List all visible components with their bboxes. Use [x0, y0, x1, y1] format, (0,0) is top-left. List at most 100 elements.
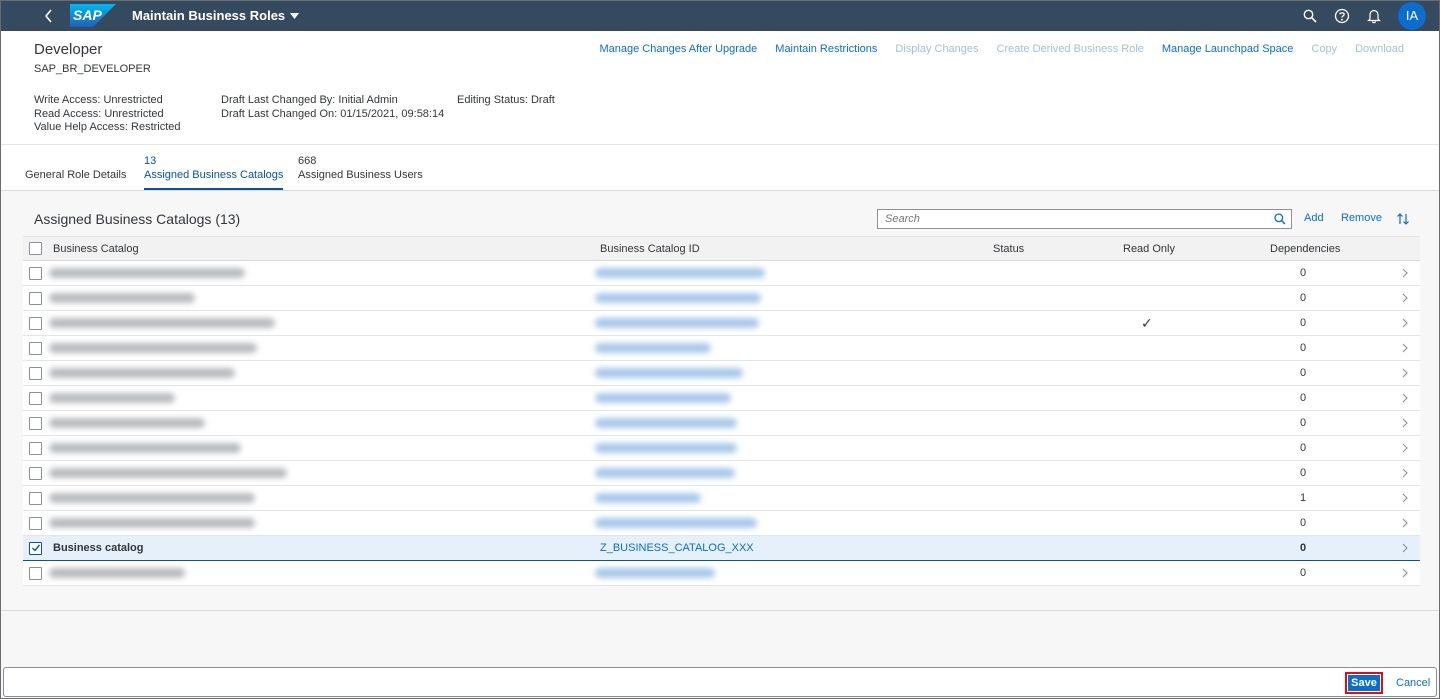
footer-toolbar: [3, 667, 1437, 697]
table-row[interactable]: 0: [23, 261, 1420, 286]
row-checkbox[interactable]: [29, 516, 42, 530]
row-checkbox[interactable]: [29, 416, 42, 430]
column-header-status[interactable]: Status: [993, 237, 1024, 260]
chevron-left-icon: [44, 8, 52, 23]
manage-changes-button[interactable]: Manage Changes After Upgrade: [600, 43, 758, 55]
table-row[interactable]: ✓ 0: [23, 311, 1420, 336]
sort-icon[interactable]: [1394, 210, 1412, 228]
row-navigation-chevron-icon[interactable]: [1402, 511, 1408, 535]
draft-changed-by-text: Draft Last Changed By: Initial Admin: [221, 94, 398, 106]
row-checkbox[interactable]: [29, 441, 42, 455]
row-navigation-chevron-icon[interactable]: [1402, 261, 1408, 285]
row-navigation-chevron-icon[interactable]: [1402, 561, 1408, 585]
table-row[interactable]: Business catalog Z_BUSINESS_CATALOG_XXX 0: [23, 536, 1420, 561]
table-row[interactable]: 0: [23, 561, 1420, 586]
table-row[interactable]: 0: [23, 511, 1420, 536]
shell-bar: SAP Maintain Business Roles IA: [0, 0, 1440, 31]
column-header-business-catalog-id[interactable]: Business Catalog ID: [600, 237, 700, 260]
business-catalog-id-link[interactable]: Z_BUSINESS_CATALOG_XXX: [600, 536, 754, 560]
row-navigation-chevron-icon[interactable]: [1402, 486, 1408, 510]
row-navigation-chevron-icon[interactable]: [1402, 361, 1408, 385]
redacted-catalog-id: [595, 386, 731, 410]
user-avatar[interactable]: IA: [1398, 1, 1426, 30]
search-field[interactable]: [877, 209, 1292, 229]
redacted-catalog-name: [49, 311, 275, 335]
app-title-menu[interactable]: Maintain Business Roles: [132, 8, 300, 23]
redacted-catalog-id: [595, 511, 757, 535]
row-navigation-chevron-icon[interactable]: [1402, 311, 1408, 335]
row-checkbox[interactable]: [29, 266, 42, 280]
table-row[interactable]: 0: [23, 411, 1420, 436]
page-subtitle: SAP_BR_DEVELOPER: [34, 63, 151, 75]
search-icon[interactable]: [1298, 4, 1322, 28]
row-checkbox[interactable]: [29, 316, 42, 330]
download-button: Download: [1355, 43, 1404, 55]
editing-status: Editing Status: Draft: [457, 94, 555, 108]
row-checkbox[interactable]: [29, 566, 42, 580]
sap-logo[interactable]: SAP: [70, 4, 116, 27]
table-row[interactable]: 0: [23, 436, 1420, 461]
business-catalog-name: Business catalog: [53, 542, 144, 554]
back-button[interactable]: [34, 0, 64, 31]
column-header-dependencies[interactable]: Dependencies: [1270, 237, 1340, 260]
dependencies-count: 0: [1300, 367, 1307, 379]
row-checkbox[interactable]: [29, 491, 42, 505]
redacted-catalog-name: [49, 486, 255, 510]
row-checkbox[interactable]: [29, 366, 42, 380]
remove-button[interactable]: Remove: [1341, 212, 1382, 224]
row-navigation-chevron-icon[interactable]: [1402, 386, 1408, 410]
tab-general-role-details[interactable]: General Role Details: [25, 169, 127, 190]
help-icon[interactable]: [1330, 4, 1354, 28]
notifications-bell-icon[interactable]: [1362, 4, 1386, 28]
table-row[interactable]: 0: [23, 461, 1420, 486]
checkmark-icon: [31, 544, 40, 552]
column-header-read-only[interactable]: Read Only: [1123, 237, 1175, 260]
save-button[interactable]: Save: [1345, 672, 1383, 694]
dependencies-count: 0: [1300, 442, 1307, 454]
row-checkbox[interactable]: [29, 391, 42, 405]
row-navigation-chevron-icon[interactable]: [1402, 336, 1408, 360]
row-navigation-chevron-icon[interactable]: [1402, 436, 1408, 460]
row-navigation-chevron-icon[interactable]: [1402, 411, 1408, 435]
section-title: Assigned Business Catalogs (13): [34, 211, 241, 227]
cancel-button[interactable]: Cancel: [1396, 677, 1430, 689]
row-checkbox[interactable]: [29, 541, 42, 555]
row-checkbox[interactable]: [29, 466, 42, 480]
redacted-catalog-name: [49, 436, 241, 460]
select-all-checkbox[interactable]: [29, 242, 42, 255]
redacted-catalog-name: [49, 286, 195, 310]
redacted-catalog-id: [595, 286, 761, 310]
maintain-restrictions-button[interactable]: Maintain Restrictions: [775, 43, 877, 55]
tab-label: Assigned Business Catalogs: [144, 169, 284, 181]
tab-assigned-business-users[interactable]: 668 Assigned Business Users: [298, 155, 423, 190]
catalogs-table: Business Catalog Business Catalog ID Sta…: [23, 236, 1420, 586]
column-header-business-catalog[interactable]: Business Catalog: [53, 237, 139, 260]
tab-assigned-business-catalogs[interactable]: 13 Assigned Business Catalogs: [144, 155, 284, 190]
redacted-catalog-id: [595, 336, 711, 360]
table-row[interactable]: 0: [23, 386, 1420, 411]
header-actions: Manage Changes After Upgrade Maintain Re…: [600, 43, 1405, 55]
row-checkbox[interactable]: [29, 291, 42, 305]
search-input[interactable]: [878, 213, 1269, 225]
redacted-catalog-id: [595, 411, 737, 435]
row-navigation-chevron-icon[interactable]: [1402, 286, 1408, 310]
table-row[interactable]: 1: [23, 486, 1420, 511]
row-navigation-chevron-icon[interactable]: [1402, 461, 1408, 485]
redacted-catalog-id: [595, 561, 715, 585]
redacted-catalog-name: [49, 261, 245, 285]
tab-label: General Role Details: [25, 169, 127, 181]
manage-launchpad-space-button[interactable]: Manage Launchpad Space: [1162, 43, 1294, 55]
table-row[interactable]: 0: [23, 286, 1420, 311]
redacted-catalog-id: [595, 361, 743, 385]
add-button[interactable]: Add: [1304, 212, 1324, 224]
dependencies-count: 1: [1300, 492, 1307, 504]
value-help-access-text: Value Help Access: Restricted: [34, 121, 181, 133]
table-row[interactable]: 0: [23, 336, 1420, 361]
dependencies-count: 0: [1300, 567, 1307, 579]
search-icon[interactable]: [1269, 210, 1291, 228]
redacted-catalog-name: [49, 411, 205, 435]
redacted-catalog-id: [595, 436, 737, 460]
row-navigation-chevron-icon[interactable]: [1402, 536, 1408, 560]
table-row[interactable]: 0: [23, 361, 1420, 386]
row-checkbox[interactable]: [29, 341, 42, 355]
